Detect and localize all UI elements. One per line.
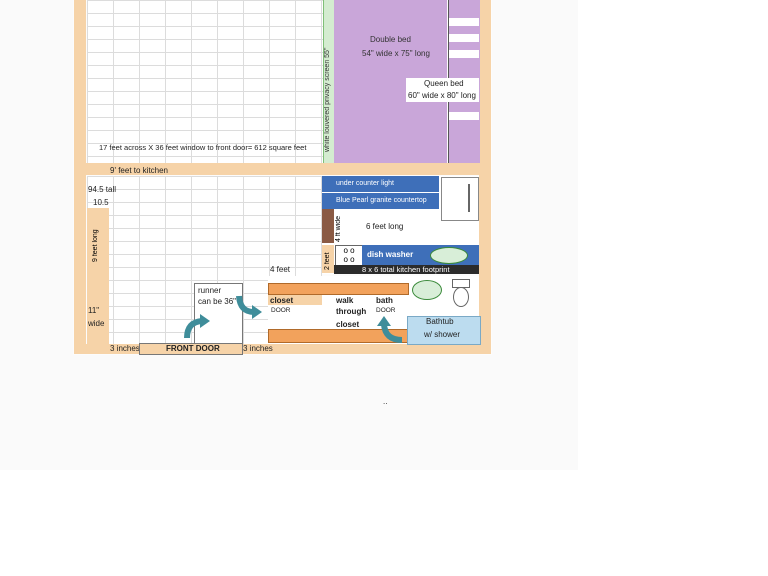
bath-swing-arrow-icon (377, 316, 403, 343)
queen-bed-size: 60" wide x 80" long (408, 91, 476, 100)
queen-bed-stripe (449, 50, 479, 58)
dish-washer-label: dish washer (367, 250, 414, 259)
sink-icon (430, 247, 468, 264)
queen-bed-stripe (449, 112, 479, 120)
wide-label: wide (88, 319, 105, 328)
double-bed-size: 54" wide x 75" long (362, 49, 430, 58)
kitchen-footprint-label: 8 x 6 total kitchen footprint (362, 265, 450, 274)
queen-bed-stripe (449, 34, 479, 42)
walk-label: walk (336, 296, 354, 305)
queen-bed-stripe (449, 18, 479, 26)
stray-dots: .. (383, 397, 388, 406)
closet-label: closet (270, 296, 294, 305)
bathtub-label: Bathtub (426, 317, 454, 326)
right-wall (479, 0, 491, 354)
height-label: 94.5 tall (88, 185, 117, 194)
toilet-icon (450, 279, 470, 307)
eleven-label: 11" (88, 306, 100, 315)
under-counter-label: under counter light (336, 180, 394, 187)
front-door-label: FRONT DOOR (166, 344, 220, 353)
countertop-label: Blue Pearl granite countertop (336, 197, 427, 204)
three-inches-left-label: 3 inches (110, 344, 140, 353)
to-kitchen-label: 9' feet to kitchen (110, 166, 169, 175)
two-feet-label: 2 feet (324, 252, 331, 270)
area-label: 17 feet across X 36 feet window to front… (99, 143, 307, 152)
closet-door-label: DOOR (271, 307, 291, 314)
cabinet (322, 209, 334, 243)
stove-icon: o oo o (335, 245, 363, 267)
four-feet-label: 4 feet (270, 265, 291, 274)
three-inches-right-label: 3 inches (243, 344, 273, 353)
shower-label: w/ shower (424, 330, 461, 339)
through-label: through (336, 307, 367, 316)
fridge-icon (441, 177, 479, 221)
runner-size-label: can be 36" (198, 297, 236, 306)
ten-five-label: 10.5 (93, 198, 109, 207)
bath-label: bath (376, 296, 393, 305)
living-area-grid (87, 0, 323, 163)
bath-sink-icon (412, 280, 442, 300)
privacy-screen-label: white louvered privacy screen 55" (324, 47, 331, 152)
double-bed-label: Double bed (370, 35, 411, 44)
queen-bed-label: Queen bed (424, 79, 464, 88)
walk-closet-label: closet (336, 320, 360, 329)
four-ft-label: 4 ft wide (335, 215, 342, 242)
closet-top-bar (268, 283, 409, 295)
six-feet-label: 6 feet long (366, 222, 404, 231)
runner-label: runner (198, 286, 222, 295)
closet-swing-arrow-icon (236, 295, 262, 319)
left-wall (74, 0, 86, 354)
nine-feet-label: 9 feet long (92, 229, 99, 262)
door-swing-arrow-icon (184, 314, 210, 339)
